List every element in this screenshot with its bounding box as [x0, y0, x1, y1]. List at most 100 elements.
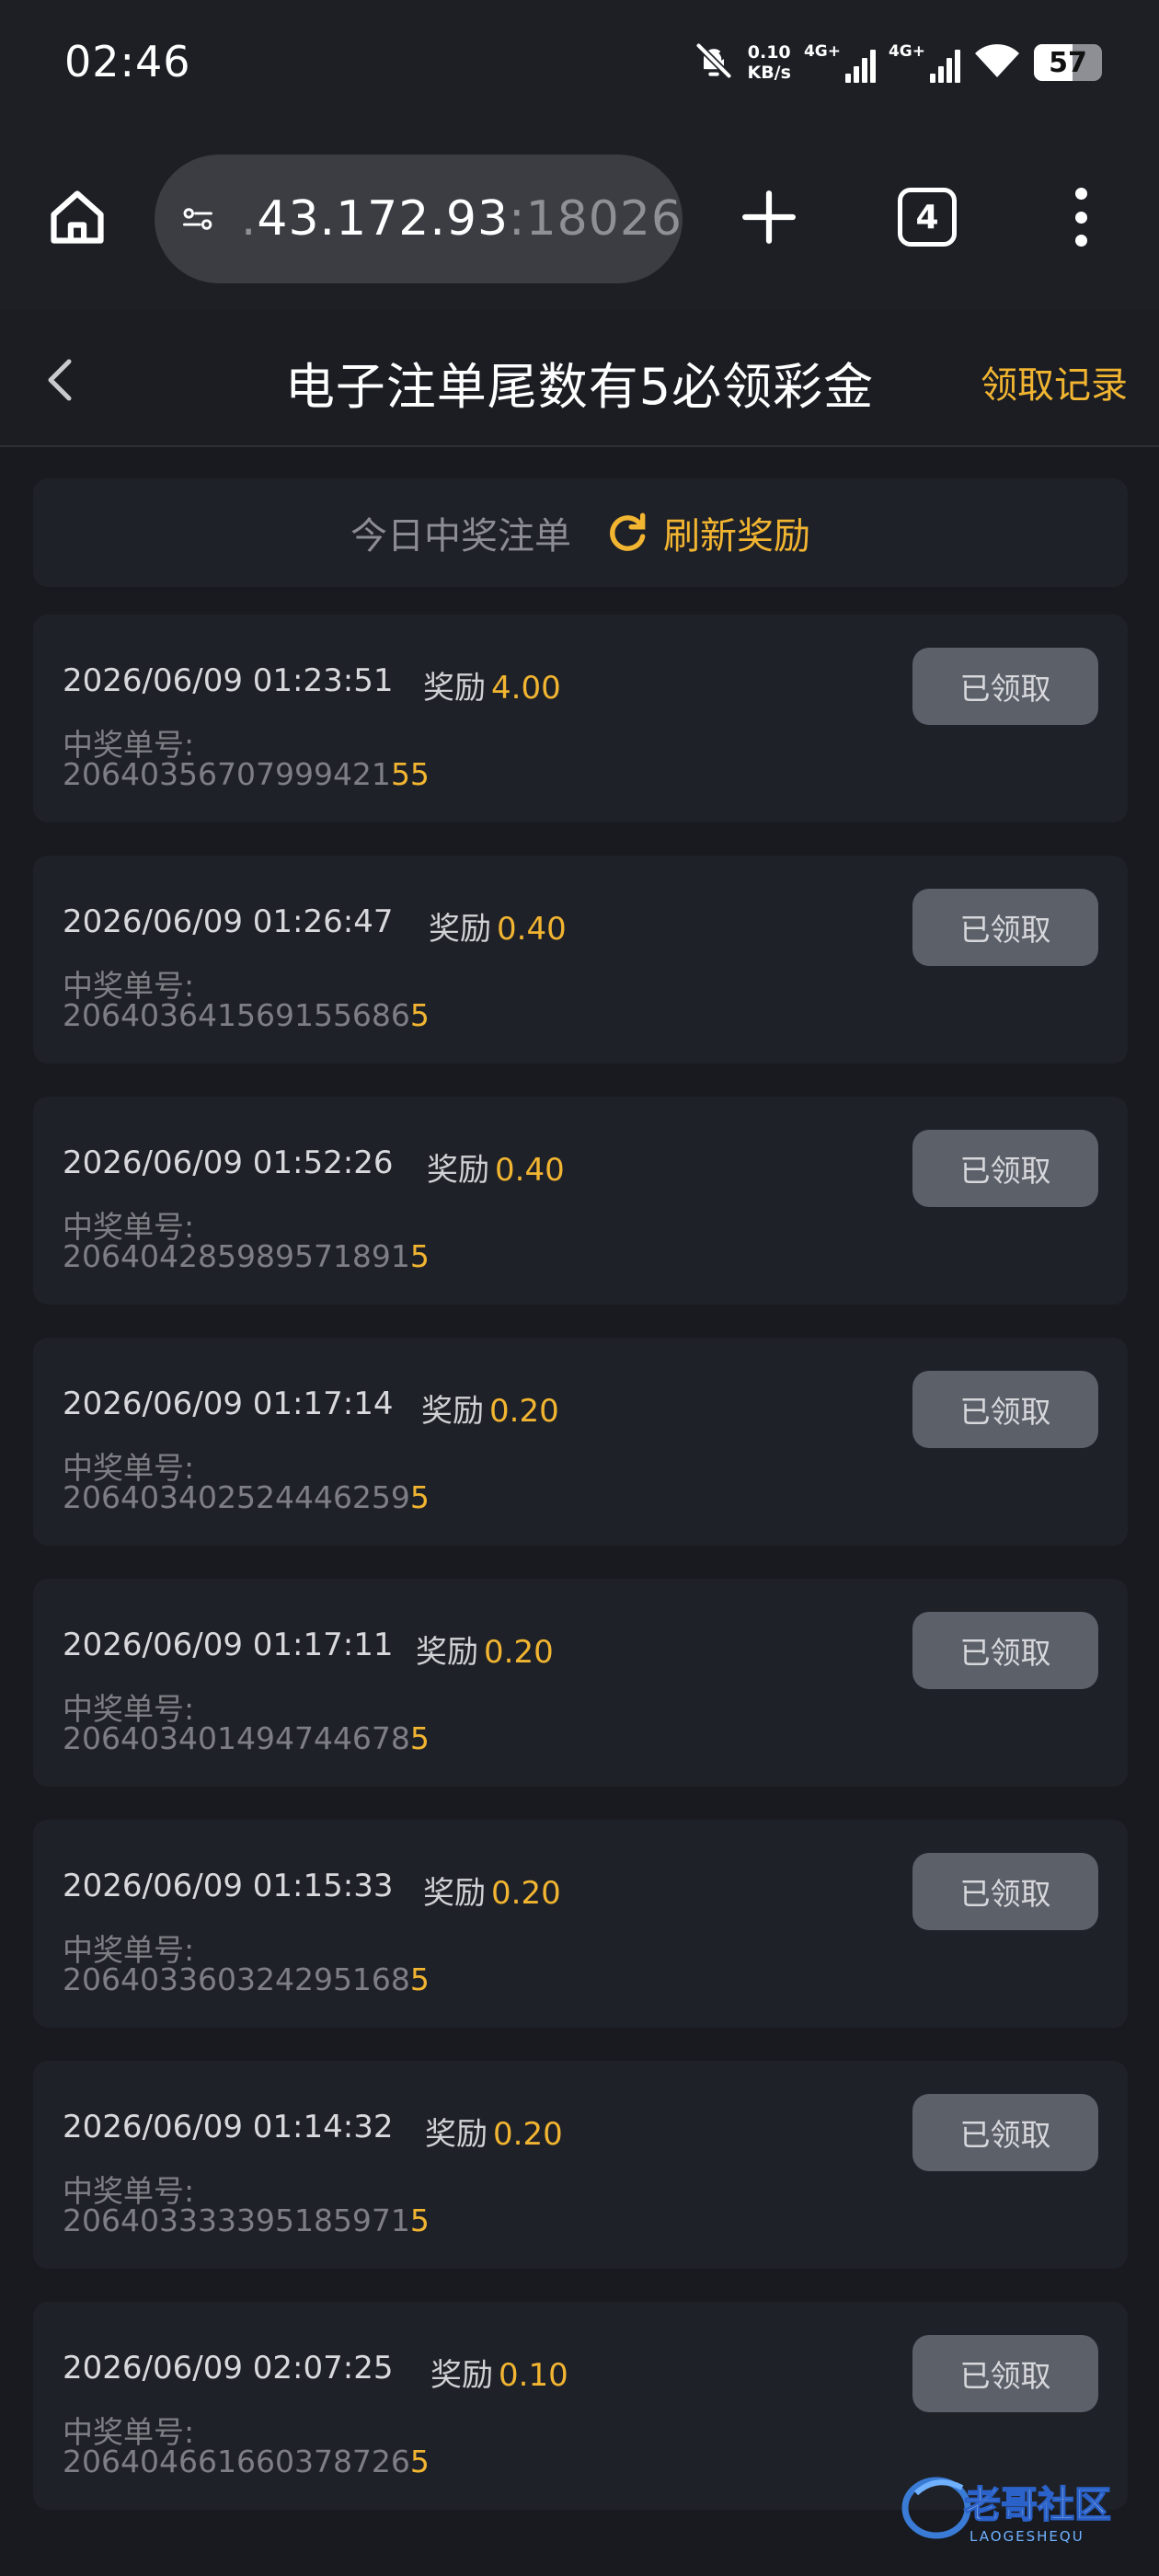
- order-time: 2026/06/09 01:17:14: [63, 1386, 394, 1422]
- order-card: 2026/06/09 01:17:14 奖励 0.20 中奖单号: 2064034025…: [33, 1338, 1128, 1546]
- claimed-button[interactable]: 已领取: [912, 1371, 1098, 1448]
- battery-level: 57: [1049, 46, 1087, 79]
- order-card: 2026/06/09 01:23:51 奖励 4.00 中奖单号: 2064035670…: [33, 615, 1128, 822]
- order-card: 2026/06/09 01:17:11 奖励 0.20 中奖单号: 2064034014…: [33, 1579, 1128, 1787]
- plus-icon: [742, 190, 796, 244]
- order-time: 2026/06/09 01:52:26: [63, 1144, 394, 1181]
- today-winning-bar: 今日中奖注单 刷新奖励: [33, 478, 1128, 587]
- order-card: 2026/06/09 01:14:32 奖励 0.20 中奖单号: 2064033333…: [33, 2061, 1128, 2269]
- site-settings-icon[interactable]: [182, 199, 213, 239]
- order-reward: 奖励 0.20: [425, 2109, 563, 2154]
- more-dot-icon: [1074, 235, 1087, 247]
- reward-value: 4.00: [491, 670, 561, 707]
- reward-label: 奖励: [430, 2357, 493, 2394]
- order-number: 2064033603242951685: [63, 1961, 430, 1997]
- order-number-main: 206403360324295168: [63, 1961, 410, 1997]
- battery-icon: 57: [1034, 44, 1102, 81]
- reward-label: 奖励: [416, 1634, 478, 1671]
- order-number-main: 20640356707999421: [63, 756, 391, 792]
- bell-muted-icon: [694, 40, 734, 85]
- order-number-tail: 5: [409, 997, 430, 1033]
- order-time: 2026/06/09 01:26:47: [63, 903, 394, 940]
- reward-label: 奖励: [421, 1393, 484, 1430]
- order-number: 2064046616603787265: [63, 2444, 430, 2479]
- home-button[interactable]: [44, 184, 110, 250]
- more-menu-button[interactable]: [1058, 180, 1104, 254]
- order-time: 2026/06/09 01:17:11: [63, 1627, 394, 1663]
- url-port: :18026: [509, 191, 683, 247]
- reward-label: 奖励: [425, 2116, 488, 2153]
- order-number-main: 206403401494744678: [63, 1720, 410, 1756]
- tab-switcher-button[interactable]: 4: [898, 188, 957, 247]
- home-icon: [51, 190, 104, 244]
- order-number-tail: 5: [409, 1479, 430, 1515]
- claimed-button[interactable]: 已领取: [912, 1130, 1098, 1207]
- claimed-button[interactable]: 已领取: [912, 2094, 1098, 2171]
- claimed-button[interactable]: 已领取: [912, 1853, 1098, 1930]
- claim-records-link[interactable]: 领取记录: [981, 355, 1128, 408]
- network-speed-unit: KB/s: [747, 63, 791, 83]
- order-number-main: 206403333395185971: [63, 2202, 410, 2238]
- refresh-rewards-button[interactable]: 刷新奖励: [604, 506, 810, 559]
- order-number-main: 206404285989571891: [63, 1238, 410, 1274]
- order-number-tail: 5: [409, 1238, 430, 1274]
- order-reward: 奖励 4.00: [423, 662, 561, 707]
- watermark-text: 老哥社区: [964, 2484, 1111, 2526]
- order-number: 2064034014947446785: [63, 1720, 430, 1756]
- order-number: 2064035670799942155: [63, 756, 430, 792]
- order-reward: 奖励 0.10: [430, 2350, 568, 2395]
- order-number-tail: 5: [409, 2202, 430, 2238]
- order-card: 2026/06/09 01:15:33 奖励 0.20 中奖单号: 2064033603…: [33, 1820, 1128, 2028]
- browser-toolbar: .43.172.93:18026 4: [0, 129, 1159, 309]
- reward-label: 奖励: [427, 1152, 489, 1189]
- reward-value: 0.20: [484, 1634, 554, 1671]
- order-number-main: 206403402524446259: [63, 1479, 410, 1515]
- page-header: 电子注单尾数有5必领彩金 领取记录: [0, 309, 1159, 447]
- order-reward: 奖励 0.40: [427, 1144, 565, 1190]
- reward-value: 0.10: [499, 2357, 568, 2394]
- reward-value: 0.20: [489, 1393, 559, 1430]
- order-number: 2064042859895718915: [63, 1238, 430, 1274]
- signal-icon-2: 4G+: [889, 42, 960, 83]
- url-text[interactable]: .43.172.93:18026: [241, 191, 683, 247]
- claimed-button[interactable]: 已领取: [912, 1612, 1098, 1689]
- claimed-button[interactable]: 已领取: [912, 889, 1098, 966]
- status-icons: 0.10 KB/s 4G+ 4G+ 57: [681, 37, 1102, 88]
- order-number-tail: 55: [390, 756, 430, 792]
- status-bar: 02:46 0.10 KB/s 4G+ 4G+ 57: [0, 0, 1159, 129]
- order-time: 2026/06/09 01:14:32: [63, 2109, 394, 2145]
- network-speed-value: 0.10: [747, 42, 791, 63]
- order-number: 2064033333951859715: [63, 2202, 430, 2238]
- status-time: 02:46: [64, 37, 191, 86]
- order-number: 2064034025244462595: [63, 1479, 430, 1515]
- reward-label: 奖励: [429, 911, 491, 948]
- order-reward: 奖励 0.20: [416, 1627, 554, 1672]
- refresh-icon: [610, 512, 646, 551]
- new-tab-button[interactable]: [732, 180, 806, 254]
- url-host: 43.172.93: [257, 191, 510, 247]
- reward-value: 0.20: [491, 1875, 561, 1912]
- claimed-button[interactable]: 已领取: [912, 648, 1098, 725]
- order-number-main: 206403641569155686: [63, 997, 410, 1033]
- order-number: 2064036415691556865: [63, 997, 430, 1033]
- more-dot-icon: [1074, 188, 1087, 200]
- order-card: 2026/06/09 01:52:26 奖励 0.40 中奖单号: 2064042859…: [33, 1097, 1128, 1305]
- today-label: 今日中奖注单: [350, 515, 571, 558]
- network-speed: 0.10 KB/s: [747, 42, 790, 83]
- order-number-tail: 5: [409, 2444, 430, 2479]
- watermark-subtext: LAOGESHEQU: [970, 2528, 1084, 2545]
- watermark-logo: 老哥社区 LAOGESHEQU: [898, 2466, 1146, 2548]
- claimed-button[interactable]: 已领取: [912, 2335, 1098, 2412]
- order-reward: 奖励 0.20: [423, 1868, 561, 1913]
- order-time: 2026/06/09 01:23:51: [63, 662, 394, 699]
- order-card: 2026/06/09 01:26:47 奖励 0.40 中奖单号: 2064036415…: [33, 856, 1128, 1064]
- order-number-tail: 5: [409, 1961, 430, 1997]
- order-time: 2026/06/09 02:07:25: [63, 2350, 394, 2386]
- refresh-rewards-label: 刷新奖励: [663, 515, 810, 558]
- address-bar[interactable]: .43.172.93:18026: [155, 155, 683, 283]
- more-dot-icon: [1074, 211, 1087, 224]
- order-time: 2026/06/09 01:15:33: [63, 1868, 394, 1904]
- signal-icon: 4G+: [804, 42, 876, 83]
- order-number-tail: 5: [409, 1720, 430, 1756]
- order-reward: 奖励 0.20: [421, 1386, 559, 1431]
